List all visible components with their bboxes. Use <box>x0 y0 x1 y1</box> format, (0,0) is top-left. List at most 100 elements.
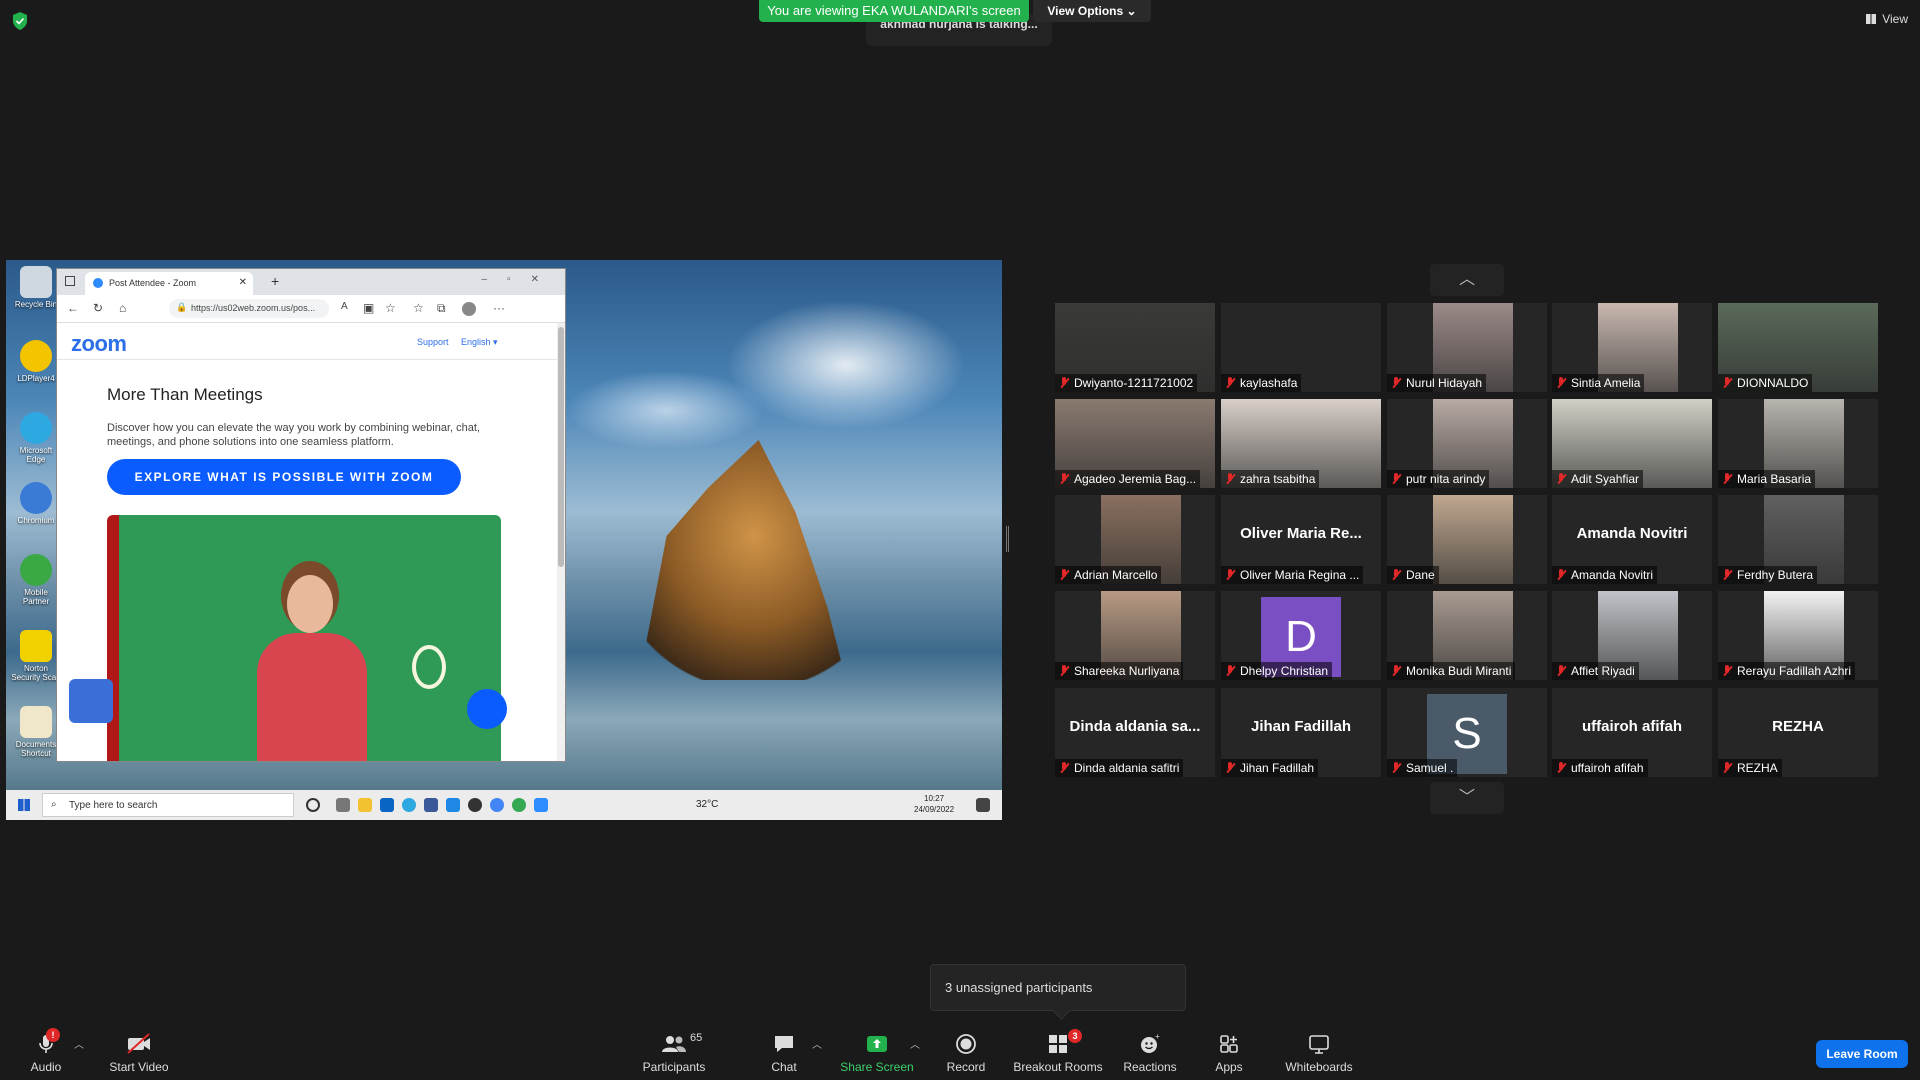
desktop-icon-ldplayer[interactable]: LDPlayer4 <box>10 340 62 383</box>
start-video-button[interactable]: Start Video <box>106 1032 172 1078</box>
participant-tile[interactable]: uffairoh afifah uffairoh afifah <box>1552 688 1712 777</box>
share-options-caret-icon[interactable]: ︿ <box>910 1036 920 1051</box>
address-bar[interactable]: 🔒 https://us02web.zoom.us/pos... <box>169 299 329 318</box>
app-available-icon[interactable]: ▣ <box>363 301 374 315</box>
chat-button[interactable]: Chat <box>766 1032 802 1078</box>
audio-options-caret-icon[interactable]: ︿ <box>74 1036 84 1051</box>
favorite-add-icon[interactable]: ☆ <box>385 301 396 315</box>
back-icon[interactable]: ← <box>67 301 79 315</box>
zoom-taskbar-icon[interactable] <box>534 798 548 812</box>
media-icon[interactable] <box>468 798 482 812</box>
desktop-icon-edge[interactable]: Microsoft Edge <box>10 412 62 464</box>
profile-avatar[interactable] <box>462 302 476 316</box>
window-controls[interactable]: –▫✕ <box>482 274 560 285</box>
participant-tile[interactable]: Amanda Novitri Amanda Novitri <box>1552 495 1712 584</box>
participant-tile[interactable]: Dwiyanto-1211721002 <box>1055 303 1215 392</box>
breakout-rooms-button[interactable]: 3 Breakout Rooms <box>1012 1029 1104 1078</box>
chat-bubble-icon[interactable] <box>467 689 507 729</box>
mail-icon[interactable] <box>380 798 394 812</box>
desktop-icon-recycle-bin[interactable]: Recycle Bin <box>10 266 62 309</box>
app-icon[interactable] <box>446 798 460 812</box>
browser-tab[interactable]: Post Attendee - Zoom ✕ <box>85 272 253 295</box>
leave-room-button[interactable]: Leave Room <box>1816 1040 1908 1068</box>
page-scrollbar[interactable] <box>557 323 565 761</box>
participant-tile[interactable]: Rerayu Fadillah Azhri <box>1718 591 1878 680</box>
apps-button[interactable]: Apps <box>1212 1032 1246 1078</box>
view-button[interactable]: View <box>1866 12 1908 26</box>
whatsapp-icon[interactable] <box>512 798 526 812</box>
whiteboards-button[interactable]: Whiteboards <box>1282 1032 1356 1078</box>
participant-tile[interactable]: Maria Basaria <box>1718 399 1878 488</box>
language-selector[interactable]: English ▾ <box>461 337 498 348</box>
desktop-icon-norton[interactable]: Norton Security Scan <box>10 630 62 682</box>
weather-temperature[interactable]: 32°C <box>696 799 718 810</box>
chrome-icon[interactable] <box>490 798 504 812</box>
close-tab-icon[interactable]: ✕ <box>239 277 247 288</box>
explore-cta-button[interactable]: EXPLORE WHAT IS POSSIBLE WITH ZOOM <box>107 459 461 495</box>
participant-tile[interactable]: REZHA REZHA <box>1718 688 1878 777</box>
encryption-shield-icon[interactable] <box>12 12 28 30</box>
participant-tile[interactable]: Jihan Fadillah Jihan Fadillah <box>1221 688 1381 777</box>
participant-tile[interactable]: Nurul Hidayah <box>1387 303 1547 392</box>
scrollbar-thumb[interactable] <box>558 327 564 567</box>
participant-name: DIONNALDO <box>1737 376 1809 390</box>
file-explorer-icon[interactable] <box>358 798 372 812</box>
notifications-icon[interactable] <box>976 798 990 812</box>
view-options-button[interactable]: View Options ⌄ <box>1033 0 1151 22</box>
participant-tile[interactable]: kaylashafa <box>1221 303 1381 392</box>
participant-tile[interactable]: Sintia Amelia <box>1552 303 1712 392</box>
facebook-icon[interactable] <box>424 798 438 812</box>
participant-tile[interactable]: Ferdhy Butera <box>1718 495 1878 584</box>
task-view-icon[interactable] <box>336 798 350 812</box>
participant-tile[interactable]: zahra tsabitha <box>1221 399 1381 488</box>
reactions-button[interactable]: + Reactions <box>1120 1032 1180 1078</box>
participants-button[interactable]: 65 Participants <box>640 1032 708 1078</box>
participant-tile[interactable]: Monika Budi Miranti <box>1387 591 1547 680</box>
refresh-icon[interactable]: ↻ <box>93 301 103 315</box>
zoom-logo[interactable]: zoom <box>71 331 127 357</box>
audio-button[interactable]: ! Audio <box>26 1028 66 1078</box>
favorites-icon[interactable]: ☆ <box>413 301 424 315</box>
participant-tile[interactable]: Shareeka Nurliyana <box>1055 591 1215 680</box>
browser-titlebar: Post Attendee - Zoom ✕ + –▫✕ <box>57 269 565 295</box>
participant-tile[interactable]: D Dhelpy Christian <box>1221 591 1381 680</box>
participant-tile[interactable]: DIONNALDO <box>1718 303 1878 392</box>
chat-options-caret-icon[interactable]: ︿ <box>812 1036 822 1051</box>
windows-start-icon[interactable] <box>18 799 30 811</box>
participant-name-label: Sintia Amelia <box>1552 374 1645 392</box>
shared-screen[interactable]: Recycle Bin LDPlayer4 Microsoft Edge Chr… <box>6 260 1002 820</box>
gallery-next-page-button[interactable]: ﹀ <box>1430 782 1504 814</box>
tab-actions-icon[interactable] <box>65 276 75 286</box>
desktop-icon-documents[interactable]: Documents Shortcut <box>10 706 62 758</box>
taskbar-clock[interactable]: 10:27 24/09/2022 <box>914 793 954 815</box>
participant-display-name: Jihan Fadillah <box>1250 718 1352 735</box>
share-screen-button[interactable]: Share Screen <box>840 1032 914 1078</box>
gallery-prev-page-button[interactable]: ︿ <box>1430 264 1504 296</box>
unassigned-participants-tooltip[interactable]: 3 unassigned participants <box>930 964 1186 1011</box>
collections-icon[interactable]: ⧉ <box>437 301 446 316</box>
browser-window[interactable]: Post Attendee - Zoom ✕ + –▫✕ ← ↻ ⌂ 🔒 htt… <box>56 268 566 762</box>
participant-tile[interactable]: Dinda aldania sa... Dinda aldania safitri <box>1055 688 1215 777</box>
desktop-icon-chromium[interactable]: Chromium <box>10 482 62 525</box>
participant-tile[interactable]: S Samuel . <box>1387 688 1547 777</box>
edge-taskbar-icon[interactable] <box>402 798 416 812</box>
taskbar-search[interactable]: ⌕ Type here to search <box>42 793 294 817</box>
participant-tile[interactable]: Agadeo Jeremia Bag... <box>1055 399 1215 488</box>
participant-tile[interactable]: Adrian Marcello <box>1055 495 1215 584</box>
cortana-icon[interactable] <box>306 798 320 812</box>
desktop-icon-mobile-partner[interactable]: Mobile Partner <box>10 554 62 606</box>
record-button[interactable]: Record <box>942 1032 990 1078</box>
participant-tile[interactable]: Dane <box>1387 495 1547 584</box>
panel-resize-handle[interactable] <box>1006 526 1009 552</box>
participant-tile[interactable]: Adit Syahfiar <box>1552 399 1712 488</box>
read-aloud-icon[interactable]: A <box>341 301 348 312</box>
participant-tile[interactable]: Affiet Riyadi <box>1552 591 1712 680</box>
share-screen-label: Share Screen <box>840 1060 914 1074</box>
home-icon[interactable]: ⌂ <box>119 301 126 315</box>
participant-tile[interactable]: putr nita arindy <box>1387 399 1547 488</box>
security-shield-icon[interactable] <box>69 679 113 723</box>
participant-tile[interactable]: Oliver Maria Re... Oliver Maria Regina ..… <box>1221 495 1381 584</box>
support-link[interactable]: Support <box>417 337 449 347</box>
more-icon[interactable]: ··· <box>493 301 505 315</box>
new-tab-icon[interactable]: + <box>271 273 279 289</box>
